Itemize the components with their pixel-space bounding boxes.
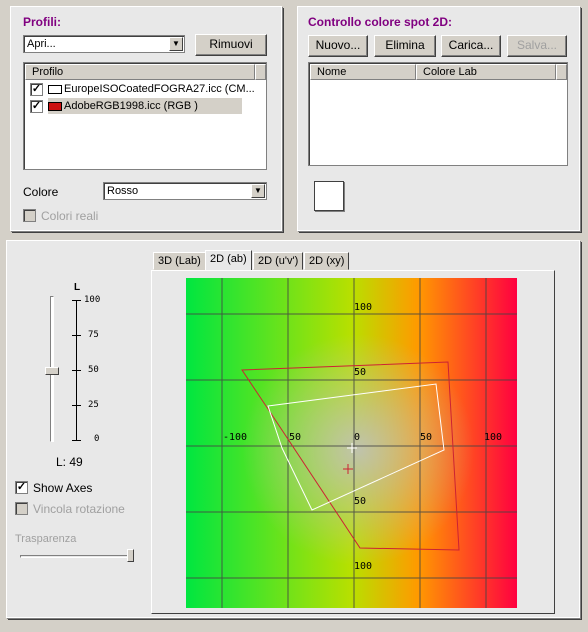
l-tick-mark: [72, 440, 81, 441]
profile-row-1[interactable]: EuropeISOCoatedFOGRA27.icc (CM...: [48, 81, 255, 97]
lock-rotation-checkbox[interactable]: [15, 502, 28, 515]
axis-label-right-inner: 50: [420, 432, 433, 443]
profile-open-value: Apri...: [27, 38, 56, 50]
axis-label-left: -100: [223, 432, 248, 443]
l-value: L: 49: [56, 455, 83, 469]
l-tick-100: 100: [84, 295, 101, 305]
header-filler: [255, 64, 266, 80]
profiles-panel: Profili: Apri... ▼ Rimuovi Profilo ✓ Eur…: [10, 6, 282, 231]
spot-list[interactable]: Nome Colore Lab: [308, 62, 568, 166]
axis-label-upper: 50: [354, 367, 367, 378]
l-tick-50: 50: [88, 365, 99, 375]
l-slider-thumb[interactable]: [45, 367, 59, 375]
lab-column-header[interactable]: Colore Lab: [416, 64, 556, 80]
profile-open-combo[interactable]: Apri... ▼: [23, 35, 185, 53]
profile-swatch-red: [48, 101, 62, 111]
transparency-slider-track[interactable]: [20, 555, 132, 558]
color-select[interactable]: Rosso ▼: [103, 182, 267, 200]
tab-2d-ab[interactable]: 2D (ab): [205, 250, 252, 271]
profile-column-header[interactable]: Profilo: [25, 64, 255, 80]
spot-title: Controllo colore spot 2D:: [308, 15, 452, 29]
l-tick-25: 25: [88, 400, 99, 410]
real-colors-checkbox[interactable]: [23, 209, 36, 222]
profile-checkbox-1[interactable]: ✓: [30, 83, 43, 96]
axis-label-center: 0: [354, 432, 361, 443]
spot-color-preview[interactable]: [314, 181, 344, 211]
axis-label-right: 100: [484, 432, 503, 443]
header-filler: [556, 64, 567, 80]
profiles-title: Profili:: [23, 15, 61, 29]
axis-label-bottom: 100: [354, 561, 373, 572]
chevron-down-icon[interactable]: ▼: [251, 184, 265, 198]
save-button: Salva...: [507, 35, 567, 57]
profile-row-2[interactable]: AdobeRGB1998.icc (RGB ): [48, 98, 242, 114]
lock-rotation-label: Vincola rotazione: [33, 502, 125, 516]
axis-label-lower: 50: [354, 496, 367, 507]
name-column-header[interactable]: Nome: [310, 64, 416, 80]
profile-row-1-label: EuropeISOCoatedFOGRA27.icc (CM...: [64, 83, 255, 95]
profile-swatch-white: [48, 84, 62, 94]
load-button[interactable]: Carica...: [441, 35, 501, 57]
tab-3d-lab[interactable]: 3D (Lab): [153, 252, 206, 270]
delete-button[interactable]: Elimina: [374, 35, 436, 57]
show-axes-label: Show Axes: [33, 481, 93, 495]
color-label: Colore: [23, 185, 59, 199]
color-select-value: Rosso: [107, 185, 139, 197]
ab-gamut-plot[interactable]: [186, 278, 517, 608]
profiles-list[interactable]: Profilo ✓ EuropeISOCoatedFOGRA27.icc (CM…: [23, 62, 267, 170]
transparency-slider-thumb[interactable]: [127, 549, 134, 562]
l-tick-mark: [72, 300, 81, 301]
transparency-label: Trasparenza: [15, 533, 77, 545]
l-tick-mark: [72, 405, 81, 406]
profile-checkbox-2[interactable]: ✓: [30, 100, 43, 113]
l-tick-0: 0: [94, 434, 100, 444]
l-tick-75: 75: [88, 330, 99, 340]
l-tick-mark: [72, 335, 81, 336]
real-colors-label: Colori reali: [41, 209, 99, 223]
show-axes-checkbox[interactable]: ✓: [15, 481, 28, 494]
remove-button[interactable]: Rimuovi: [195, 34, 267, 56]
tab-2d-xy[interactable]: 2D (xy): [304, 252, 350, 270]
spot-color-panel: Controllo colore spot 2D: Nuovo... Elimi…: [297, 6, 580, 231]
profile-row-2-label: AdobeRGB1998.icc (RGB ): [64, 100, 198, 112]
axis-label-left-inner: 50: [289, 432, 302, 443]
l-slider-title: L: [74, 282, 81, 293]
tab-2d-uv[interactable]: 2D (u'v'): [253, 252, 304, 270]
l-tick-mark: [72, 370, 81, 371]
axis-label-top: 100: [354, 302, 373, 313]
chevron-down-icon[interactable]: ▼: [169, 37, 183, 51]
new-button[interactable]: Nuovo...: [308, 35, 368, 57]
